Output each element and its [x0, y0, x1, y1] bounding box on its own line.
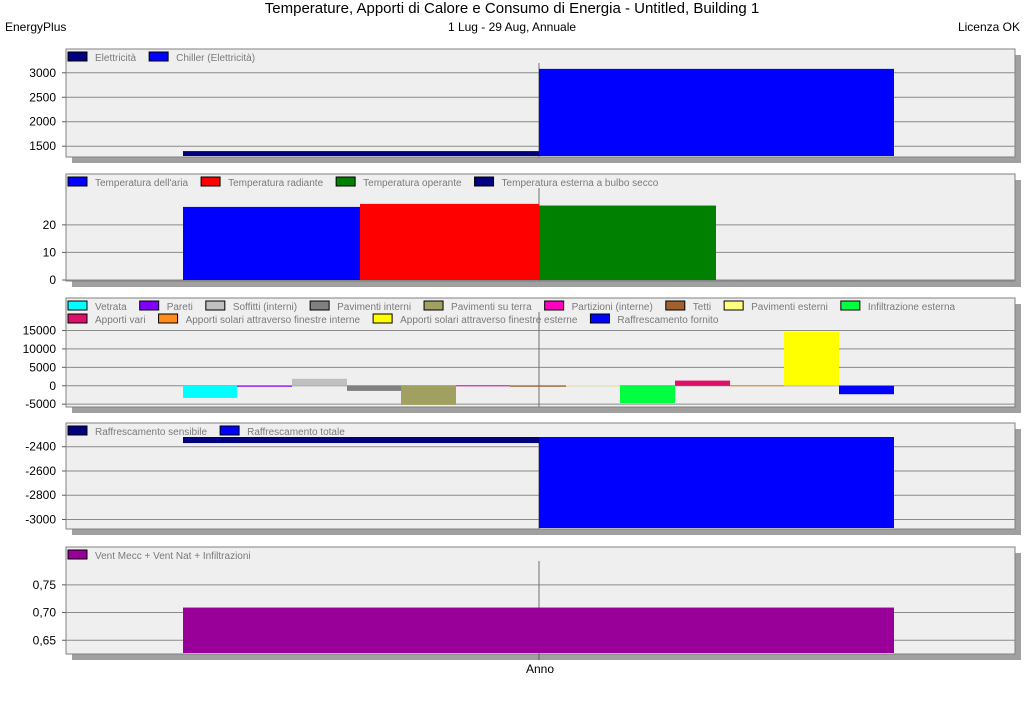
- bar-vent-mecc-vent-nat-infiltrazioni: [183, 607, 894, 653]
- bar-apporti-solari-attraverso-finestre-interne: [730, 385, 784, 387]
- bar-raffrescamento-totale: [539, 437, 894, 528]
- bar-vetrata: [183, 385, 237, 398]
- legend-swatch-temperatura-esterna-a-bulbo-secco: [474, 176, 495, 187]
- legend-label-vent-mecc-vent-nat-infiltrazioni: Vent Mecc + Vent Nat + Infiltrazioni: [95, 551, 251, 562]
- chart-panel-1: 1500 2000 2500 3000 Elettricità Chiller (Elet…: [29, 48, 1021, 163]
- legend-swatch-apporti-vari: [67, 313, 88, 324]
- legend-label-pavimenti-esterni: Pavimenti esterni: [751, 302, 828, 313]
- legend-swatch-apporti-solari-attraverso-finestre-interne: [158, 313, 179, 324]
- y-tick-label: -2400: [25, 440, 56, 454]
- legend-swatch-temperatura-dell-aria: [67, 176, 88, 187]
- legend-label-pareti: Pareti: [167, 302, 193, 313]
- legend-label-chiller-elettricita: Chiller (Elettricità): [176, 53, 255, 64]
- legend-swatch-pareti: [139, 300, 160, 311]
- legend-label-partizioni-interne: Partizioni (interne): [572, 302, 653, 313]
- y-tick-label: 15000: [23, 324, 57, 338]
- legend-swatch-temperatura-operante: [335, 176, 356, 187]
- legend-swatch-infiltrazione-esterna: [840, 300, 861, 311]
- y-tick-label: 2500: [29, 90, 56, 104]
- y-tick-label: 0: [49, 273, 56, 287]
- bar-temperatura-dell-aria: [183, 206, 360, 280]
- legend-label-soffitti-interni: Soffitti (interni): [233, 302, 297, 313]
- bar-infiltrazione-esterna: [620, 385, 675, 404]
- y-tick-label: 1500: [29, 139, 56, 153]
- legend-label-tetti: Tetti: [693, 302, 711, 313]
- legend-swatch-tetti: [665, 300, 686, 311]
- chart-panel-3: -5000 0 5000 10000 15000 Vetrata Pareti Soffitt…: [23, 297, 1021, 413]
- chart-panel-5: 0,65 0,70 0,75 Vent Mecc + Vent Nat + Infil…: [33, 546, 1021, 660]
- bar-raffrescamento-sensibile: [183, 437, 539, 444]
- y-tick-label: 20: [43, 218, 57, 232]
- legend-swatch-partizioni-interne: [544, 300, 565, 311]
- legend-label-apporti-vari: Apporti vari: [95, 315, 146, 326]
- y-tick-label: -3000: [25, 513, 56, 527]
- legend-swatch-raffrescamento-fornito: [589, 313, 610, 324]
- legend-label-temperatura-radiante: Temperatura radiante: [228, 178, 323, 189]
- y-tick-label: 10000: [23, 342, 57, 356]
- y-tick-label: -5000: [25, 397, 56, 411]
- bar-soffitti-interni: [292, 378, 347, 386]
- x-category-label: Anno: [525, 662, 555, 676]
- legend-swatch-raffrescamento-sensibile: [67, 425, 88, 436]
- legend-label-pavimenti-interni: Pavimenti interni: [337, 302, 411, 313]
- bar-pavimenti-esterni: [566, 385, 620, 387]
- bar-tetti: [510, 385, 566, 387]
- legend-swatch-raffrescamento-totale: [219, 425, 240, 436]
- legend-label-pavimenti-su-terra: Pavimenti su terra: [451, 302, 532, 313]
- y-tick-label: 0,70: [33, 606, 57, 620]
- legend-swatch-chiller-elettricita: [148, 51, 169, 62]
- y-tick-label: 0,65: [33, 633, 57, 647]
- legend-label-apporti-solari-attraverso-finestre-interne: Apporti solari attraverso finestre inter…: [186, 315, 361, 326]
- y-tick-label: 0: [49, 379, 56, 393]
- y-tick-label: 5000: [29, 360, 56, 374]
- legend-label-temperatura-operante: Temperatura operante: [363, 178, 462, 189]
- y-tick-label: 0,75: [33, 578, 57, 592]
- bar-apporti-solari-attraverso-finestre-esterne: [784, 331, 839, 386]
- legend-label-temperatura-esterna-a-bulbo-secco: Temperatura esterna a bulbo secco: [502, 178, 659, 189]
- y-tick-label: 2000: [29, 115, 56, 129]
- bar-temperatura-operante: [539, 205, 716, 280]
- legend-label-vetrata: Vetrata: [95, 302, 127, 313]
- legend-swatch-temperatura-radiante: [200, 176, 221, 187]
- bar-temperatura-radiante: [360, 203, 539, 280]
- legend-swatch-pavimenti-su-terra: [423, 300, 444, 311]
- legend-swatch-elettricita: [67, 51, 88, 62]
- legend-label-infiltrazione-esterna: Infiltrazione esterna: [868, 302, 956, 313]
- legend-swatch-apporti-solari-attraverso-finestre-esterne: [372, 313, 393, 324]
- bar-elettricita: [183, 151, 539, 156]
- bar-apporti-vari: [675, 380, 730, 386]
- legend-swatch-pavimenti-esterni: [723, 300, 744, 311]
- y-tick-label: -2800: [25, 488, 56, 502]
- bar-pavimenti-su-terra: [401, 385, 456, 405]
- chart-panel-2: 0 10 20 Temperatura dell'aria Temperatura ra…: [43, 173, 1021, 287]
- charts-canvas: 1500200025003000Elettricità Chiller (Elet…: [23, 48, 1021, 660]
- legend-swatch-vent-mecc-vent-nat-infiltrazioni: [67, 549, 88, 560]
- legend-label-raffrescamento-sensibile: Raffrescamento sensibile: [95, 427, 208, 438]
- legend-label-apporti-solari-attraverso-finestre-esterne: Apporti solari attraverso finestre ester…: [400, 315, 578, 326]
- bar-pareti: [237, 385, 292, 387]
- bar-partizioni-interne: [456, 385, 510, 387]
- legend-swatch-vetrata: [67, 300, 88, 311]
- chart-panel-4: -3000 -2800 -2600 -2400 Raffrescamento sensi…: [25, 422, 1021, 535]
- legend-swatch-pavimenti-interni: [309, 300, 330, 311]
- y-tick-label: 3000: [29, 66, 56, 80]
- legend-label-raffrescamento-fornito: Raffrescamento fornito: [617, 315, 718, 326]
- legend-swatch-soffitti-interni: [205, 300, 226, 311]
- legend-label-raffrescamento-totale: Raffrescamento totale: [247, 427, 345, 438]
- bar-raffrescamento-fornito: [839, 385, 894, 395]
- legend-label-elettricita: Elettricità: [95, 53, 137, 64]
- bar-chiller-elettricita: [539, 68, 894, 156]
- y-tick-label: 10: [43, 245, 57, 259]
- y-tick-label: -2600: [25, 464, 56, 478]
- bar-pavimenti-interni: [347, 385, 401, 391]
- legend-label-temperatura-dell-aria: Temperatura dell'aria: [95, 178, 189, 189]
